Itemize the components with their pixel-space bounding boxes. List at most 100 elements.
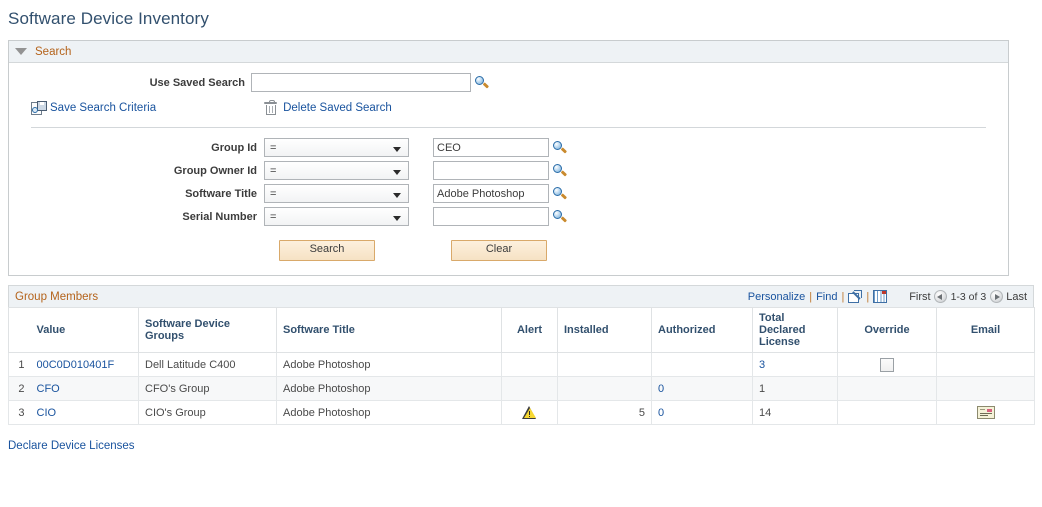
criteria-row-group-id: Group Id = <box>9 138 1008 157</box>
warning-icon[interactable] <box>522 405 537 420</box>
cell-value: 00C0D010401F <box>30 352 139 377</box>
table-row: 2 CFO CFO's Group Adobe Photoshop 0 1 <box>8 376 1035 401</box>
column-header-email: Email <box>936 307 1035 353</box>
column-header-rownum <box>8 307 31 353</box>
search-criteria-list: Group Id = Group Owner Id = <box>9 128 1008 275</box>
value-link[interactable]: CFO <box>37 383 60 395</box>
magnifier-icon[interactable] <box>552 209 568 225</box>
cell-alert <box>501 376 558 401</box>
chevron-down-icon <box>393 193 401 198</box>
magnifier-icon[interactable] <box>552 186 568 202</box>
cell-email <box>936 400 1035 425</box>
column-header-installed: Installed <box>557 307 652 353</box>
cell-installed: 5 <box>557 400 652 425</box>
authorized-link[interactable]: 0 <box>658 383 664 395</box>
save-search-icon[interactable] <box>31 101 47 115</box>
search-button[interactable]: Search <box>279 240 375 261</box>
value-link[interactable]: 00C0D010401F <box>37 359 115 371</box>
save-search-criteria-link[interactable]: Save Search Criteria <box>50 102 156 114</box>
cell-override <box>837 400 937 425</box>
personalize-link[interactable]: Personalize <box>748 291 805 303</box>
criteria-operator-group-id[interactable]: = <box>264 138 409 157</box>
chevron-down-icon <box>393 216 401 221</box>
collapse-triangle-icon[interactable] <box>15 48 27 55</box>
trash-icon[interactable] <box>264 100 278 115</box>
criteria-value-group-id[interactable] <box>433 138 549 157</box>
criteria-value-software-title[interactable] <box>433 184 549 203</box>
view-all-popup-icon[interactable] <box>848 290 863 303</box>
magnifier-icon[interactable] <box>474 75 490 91</box>
column-header-software-title: Software Title <box>276 307 502 353</box>
email-icon[interactable] <box>976 406 995 419</box>
column-header-software-device-groups: Software Device Groups <box>138 307 277 353</box>
cell-software-device-groups: Dell Latitude C400 <box>138 352 277 377</box>
cell-override <box>837 376 937 401</box>
table-row: 3 CIO CIO's Group Adobe Photoshop 5 0 14 <box>8 400 1035 425</box>
criteria-operator-serial-number[interactable]: = <box>264 207 409 226</box>
cell-value: CIO <box>30 400 139 425</box>
last-page-link[interactable]: Last <box>1006 291 1027 303</box>
chevron-down-icon <box>393 170 401 175</box>
criteria-label-group-owner-id: Group Owner Id <box>173 164 257 177</box>
download-spreadsheet-icon[interactable] <box>873 290 888 303</box>
criteria-row-serial-number: Serial Number = <box>9 207 1008 226</box>
cell-software-title: Adobe Photoshop <box>276 352 502 377</box>
previous-page-arrow-icon[interactable] <box>933 290 947 303</box>
magnifier-icon[interactable] <box>552 163 568 179</box>
toolbar-separator: | <box>841 290 845 303</box>
next-page-arrow-icon[interactable] <box>990 290 1004 303</box>
find-link[interactable]: Find <box>816 291 837 303</box>
cell-authorized <box>651 352 753 377</box>
cell-authorized: 0 <box>651 400 753 425</box>
toolbar-separator: | <box>866 290 870 303</box>
grid-title: Group Members <box>15 290 99 303</box>
criteria-operator-value-software-title: = <box>270 187 277 200</box>
search-panel: Search Use Saved Search Save Search Crit… <box>8 40 1009 276</box>
criteria-label-software-title: Software Title <box>185 187 257 200</box>
criteria-operator-value-group-id: = <box>270 141 277 154</box>
table-header-row: Value Software Device Groups Software Ti… <box>8 307 1035 353</box>
cell-total-declared-license: 1 <box>752 376 838 401</box>
criteria-value-group-owner-id[interactable] <box>433 161 549 180</box>
chevron-down-icon <box>393 147 401 152</box>
clear-button[interactable]: Clear <box>451 240 547 261</box>
cell-installed <box>557 352 652 377</box>
cell-total-declared-license: 14 <box>752 400 838 425</box>
cell-authorized: 0 <box>651 376 753 401</box>
grid-title-bar: Group Members Personalize | Find | | Fir… <box>8 285 1034 307</box>
use-saved-search-row: Use Saved Search <box>9 63 1008 92</box>
authorized-link[interactable]: 0 <box>658 407 664 419</box>
column-header-override: Override <box>837 307 937 353</box>
search-body: Use Saved Search Save Search Criteria De… <box>9 63 1008 275</box>
delete-saved-search-link[interactable]: Delete Saved Search <box>283 102 392 114</box>
total-declared-license-link[interactable]: 3 <box>759 359 765 371</box>
first-page-link[interactable]: First <box>909 291 930 303</box>
magnifier-icon[interactable] <box>552 140 568 156</box>
cell-email <box>936 352 1035 377</box>
criteria-value-serial-number[interactable] <box>433 207 549 226</box>
search-section-header[interactable]: Search <box>9 41 1008 63</box>
declare-device-licenses-link[interactable]: Declare Device Licenses <box>8 440 135 452</box>
search-section-label: Search <box>35 45 72 58</box>
criteria-label-serial-number: Serial Number <box>182 210 257 223</box>
criteria-operator-software-title[interactable]: = <box>264 184 409 203</box>
override-checkbox[interactable] <box>880 357 894 372</box>
grid-toolbar: Personalize | Find | | First 1-3 of 3 La… <box>748 290 1027 303</box>
row-number: 2 <box>8 376 31 401</box>
criteria-label-group-id: Group Id <box>211 141 257 154</box>
row-number: 3 <box>8 400 31 425</box>
search-buttons: Search Clear <box>9 230 1008 275</box>
cell-alert <box>501 352 558 377</box>
group-members-table: Value Software Device Groups Software Ti… <box>8 307 1035 425</box>
cell-override <box>837 352 937 377</box>
cell-software-device-groups: CIO's Group <box>138 400 277 425</box>
use-saved-search-input[interactable] <box>251 73 471 92</box>
cell-value: CFO <box>30 376 139 401</box>
value-link[interactable]: CIO <box>37 407 57 419</box>
criteria-operator-group-owner-id[interactable]: = <box>264 161 409 180</box>
cell-total-declared-license: 3 <box>752 352 838 377</box>
cell-alert <box>501 400 558 425</box>
toolbar-separator: | <box>809 290 813 303</box>
cell-installed <box>557 376 652 401</box>
column-header-value: Value <box>30 307 139 353</box>
